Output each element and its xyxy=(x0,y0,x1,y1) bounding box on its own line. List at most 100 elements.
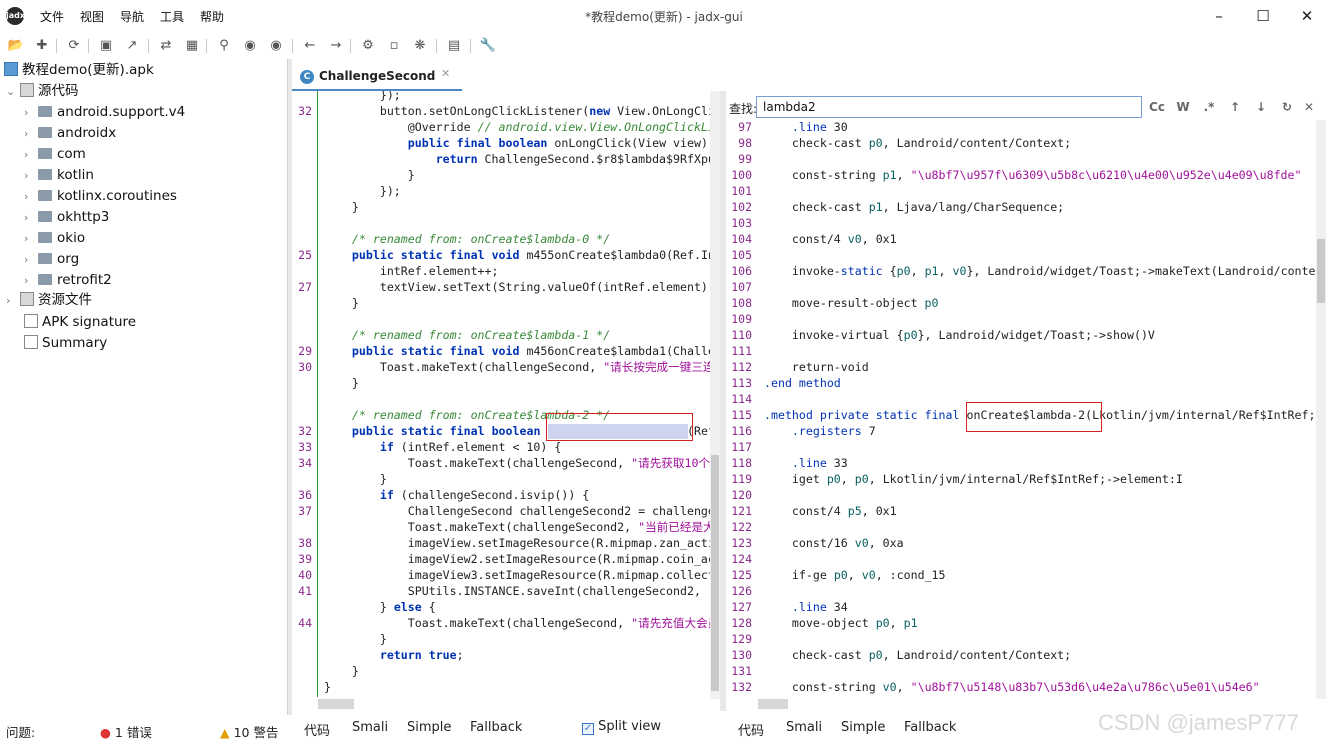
save-all-icon[interactable]: ▣ xyxy=(96,36,116,56)
tree-package-retrofit2[interactable]: › retrofit2 xyxy=(24,270,112,290)
open-file-icon[interactable]: 📂 xyxy=(6,36,26,56)
chevron-down-icon[interactable]: ⌄ xyxy=(6,82,20,102)
tree-signature-node[interactable]: APK signature xyxy=(24,312,136,332)
search-icon[interactable]: ⚲ xyxy=(214,36,234,56)
menu-file[interactable]: 文件 xyxy=(40,8,64,25)
tab-simple-left[interactable]: Simple xyxy=(407,720,451,735)
smali-code-line: if-ge p0, v0, :cond_15 xyxy=(764,568,946,582)
java-code-line: return true; xyxy=(379,648,464,662)
toolbar-divider xyxy=(148,39,149,53)
close-find-icon[interactable]: ✕ xyxy=(1300,98,1318,116)
tree-root-apk[interactable]: 教程demo(更新).apk xyxy=(4,60,154,80)
chevron-right-icon[interactable]: › xyxy=(24,124,38,144)
match-case-icon[interactable]: Cc xyxy=(1148,98,1166,116)
warnings-indicator[interactable]: ▲ 10 警告 xyxy=(220,722,279,741)
chevron-right-icon[interactable]: › xyxy=(24,271,38,291)
project-tree: 教程demo(更新).apk ⌄ 源代码 › android.support.v4 ›… xyxy=(0,59,288,715)
mark-all-icon[interactable]: ↻ xyxy=(1278,98,1296,116)
tab-code-left[interactable]: 代码 xyxy=(304,720,330,739)
smali-line-number: 119 xyxy=(731,472,752,486)
tab-fallback-left[interactable]: Fallback xyxy=(470,720,522,735)
forward-arrow-icon[interactable]: → xyxy=(326,36,346,56)
menu-navigate[interactable]: 导航 xyxy=(120,8,144,25)
java-code-pane[interactable]: 32 25 27 29 30 32 33 34 36 37 38 39 40 41 44 }); butto… xyxy=(292,91,720,699)
tab-smali-right[interactable]: Smali xyxy=(786,720,822,735)
add-files-icon[interactable]: ✚ xyxy=(32,36,52,56)
java-code-line: Toast.makeText(challengeSecond, "请长按完成一键… xyxy=(324,360,712,374)
right-scrollbar-thumb[interactable] xyxy=(1317,239,1325,303)
menu-view[interactable]: 视图 xyxy=(80,8,104,25)
java-code-line: button.setOnLongClickListener(new View.O… xyxy=(324,104,712,118)
smali-line-number: 113 xyxy=(731,376,752,390)
right-hscroll-thumb[interactable] xyxy=(758,699,788,709)
java-code-line: Toast.makeText(challengeSecond, "请先获取10个… xyxy=(324,456,712,470)
tree-package-okhttp3[interactable]: › okhttp3 xyxy=(24,207,109,227)
deobfuscation-icon[interactable]: ⚙ xyxy=(358,36,378,56)
flatten-packages-icon[interactable]: ▦ xyxy=(182,36,202,56)
tab-code-right[interactable]: 代码 xyxy=(738,720,764,739)
left-scrollbar[interactable] xyxy=(710,91,720,699)
tab-smali-left[interactable]: Smali xyxy=(352,720,388,735)
tab-simple-right[interactable]: Simple xyxy=(841,720,885,735)
smali-line-number: 99 xyxy=(738,152,752,166)
tree-package-org[interactable]: › org xyxy=(24,249,79,269)
tree-package-androidx[interactable]: › androidx xyxy=(24,123,116,143)
left-hscroll-thumb[interactable] xyxy=(318,699,354,709)
chevron-right-icon[interactable]: › xyxy=(6,291,20,311)
smali-line-number: 101 xyxy=(731,184,752,198)
tree-package-okio[interactable]: › okio xyxy=(24,228,85,248)
maximize-icon[interactable]: ☐ xyxy=(1248,4,1278,28)
chevron-right-icon[interactable]: › xyxy=(24,145,38,165)
split-view-checkbox[interactable]: ✓ Split view xyxy=(582,719,661,735)
find-next-icon[interactable]: ↓ xyxy=(1252,98,1270,116)
whole-word-icon[interactable]: W xyxy=(1174,98,1192,116)
warnings-count: 10 警告 xyxy=(233,725,279,740)
line-number: 32 xyxy=(298,424,312,438)
java-code-line: } xyxy=(324,168,415,182)
export-icon[interactable]: ↗ xyxy=(122,36,142,56)
debugger-icon[interactable]: ❋ xyxy=(410,36,430,56)
java-code-line: } xyxy=(324,376,359,390)
left-scrollbar-thumb[interactable] xyxy=(711,455,719,691)
smali-code-pane[interactable]: 97 98 99 100 101 102 103 104 105 106 107 108 109 110 1… xyxy=(726,91,1328,699)
chevron-right-icon[interactable]: › xyxy=(24,208,38,228)
back-arrow-icon[interactable]: ← xyxy=(300,36,320,56)
tree-summary-node[interactable]: Summary xyxy=(24,333,107,353)
minimize-icon[interactable]: – xyxy=(1204,4,1234,28)
menu-help[interactable]: 帮助 xyxy=(200,8,224,25)
find-input[interactable]: lambda2 xyxy=(756,96,1142,118)
smali-code-line: move-object p0, p1 xyxy=(764,616,918,630)
tree-package-com[interactable]: › com xyxy=(24,144,86,164)
chevron-right-icon[interactable]: › xyxy=(24,166,38,186)
quark-icon[interactable]: ▤ xyxy=(444,36,464,56)
chevron-right-icon[interactable]: › xyxy=(24,229,38,249)
tree-package-android-support-v4[interactable]: › android.support.v4 xyxy=(24,102,185,122)
class-search-icon[interactable]: ◉ xyxy=(240,36,260,56)
reload-icon[interactable]: ⟳ xyxy=(64,36,84,56)
chevron-right-icon[interactable]: › xyxy=(24,187,38,207)
tree-source-node[interactable]: ⌄ 源代码 xyxy=(6,81,79,101)
usage-search-icon[interactable]: ◉ xyxy=(266,36,286,56)
regex-icon[interactable]: .* xyxy=(1200,98,1218,116)
smali-code-line: move-result-object p0 xyxy=(764,296,939,310)
close-tab-icon[interactable]: ✕ xyxy=(441,67,450,80)
right-scrollbar[interactable] xyxy=(1316,117,1326,699)
find-previous-icon[interactable]: ↑ xyxy=(1226,98,1244,116)
menu-tools[interactable]: 工具 xyxy=(160,8,184,25)
chevron-right-icon[interactable]: › xyxy=(24,250,38,270)
log-viewer-icon[interactable]: ▫ xyxy=(384,36,404,56)
preferences-icon[interactable]: 🔧 xyxy=(478,36,498,56)
tab-challengesecond[interactable]: C ChallengeSecond xyxy=(300,65,435,87)
tab-fallback-right[interactable]: Fallback xyxy=(904,720,956,735)
close-window-icon[interactable]: ✕ xyxy=(1292,4,1322,28)
warning-icon: ▲ xyxy=(220,725,230,740)
tree-resources-node[interactable]: › 资源文件 xyxy=(6,290,92,310)
tree-package-kotlin[interactable]: › kotlin xyxy=(24,165,94,185)
package-label: com xyxy=(57,146,86,162)
java-code-line: } xyxy=(324,664,359,678)
tree-package-kotlinx-coroutines[interactable]: › kotlinx.coroutines xyxy=(24,186,177,206)
chevron-right-icon[interactable]: › xyxy=(24,103,38,123)
sync-tree-icon[interactable]: ⇄ xyxy=(156,36,176,56)
errors-indicator[interactable]: ● 1 错误 xyxy=(100,722,152,741)
java-code[interactable]: }); button.setOnLongClickListener(new Vi… xyxy=(324,91,712,699)
